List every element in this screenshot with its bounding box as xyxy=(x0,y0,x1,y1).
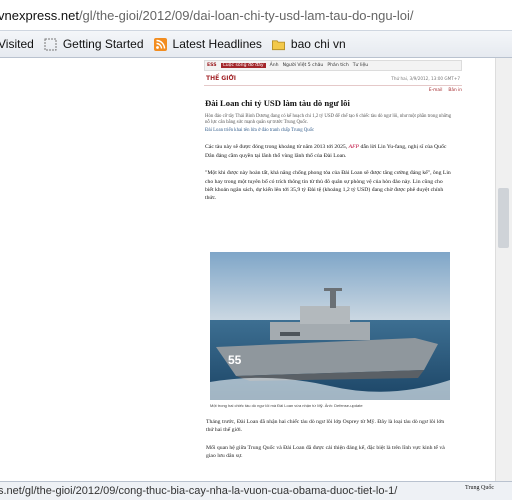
vertical-scrollbar[interactable] xyxy=(495,58,512,481)
related-link[interactable]: Đài Loan triển khai tên lửa ở đảo tranh … xyxy=(205,128,452,133)
paragraph-2: "Một khi được này hoàn tất, khả năng chố… xyxy=(205,170,451,202)
photo-caption: Một trong hai chiếc tàu dò ngư lôi mà Đà… xyxy=(210,403,363,408)
article-date: Thứ hai, 3/9/2012, 13:00 GMT+7 xyxy=(391,75,460,81)
hull-number: 55 xyxy=(228,353,242,367)
paragraph-1: Các tàu này sẽ được đóng trong khoảng từ… xyxy=(205,144,447,159)
section-bar: THẾ GIỚI Thứ hai, 3/9/2012, 13:00 GMT+7 xyxy=(204,71,462,86)
bookmark-getting-started[interactable]: Getting Started xyxy=(44,37,144,51)
article-tools: E-mail Bản in xyxy=(204,86,462,95)
article-photo[interactable]: 55 xyxy=(210,252,450,400)
url-text[interactable]: vnexpress.net/gl/the-gioi/2012/09/dai-lo… xyxy=(0,8,414,23)
page-icon xyxy=(44,38,57,50)
bookmark-visited[interactable]: Visited xyxy=(0,37,34,51)
article-title: Đài Loan chi tỷ USD làm tàu dò ngư lôi xyxy=(205,98,350,108)
paragraph-4: Mối quan hệ giữa Trung Quốc và Đài Loan … xyxy=(206,444,445,460)
site-header: ESS Cuộc sống đó đây Ảnh Người Việt 5 ch… xyxy=(204,60,462,95)
email-link[interactable]: E-mail xyxy=(429,88,442,93)
nav-item-3[interactable]: Người Việt 5 châu xyxy=(283,63,324,68)
folder-icon xyxy=(271,39,285,50)
bookmark-bao-chi-vn[interactable]: bao chi vn xyxy=(271,37,346,51)
bookmarks-toolbar: Visited Getting Started Latest Headlines… xyxy=(0,31,512,58)
article-body: Đài Loan chi tỷ USD làm tàu dò ngư lôi H… xyxy=(204,98,452,212)
rss-icon xyxy=(153,37,167,51)
paragraph-3: Tháng trước, Đài Loan đã nhận hai chiếc … xyxy=(206,419,445,434)
article-lead: Hòn đảo cỡ tây Thái Bình Dương đang có k… xyxy=(205,114,452,126)
section-title[interactable]: THẾ GIỚI xyxy=(206,75,236,82)
article-continued: Tháng trước, Đài Loan đã nhận hai chiếc … xyxy=(205,418,451,470)
site-logo[interactable]: ESS xyxy=(207,63,217,68)
status-bar: s.net/gl/the-gioi/2012/09/cong-thuc-bia-… xyxy=(0,481,512,500)
status-page-snippet: Trung Quốc xyxy=(465,485,494,491)
top-navigation: ESS Cuộc sống đó đây Ảnh Người Việt 5 ch… xyxy=(204,60,462,71)
scrollbar-thumb[interactable] xyxy=(498,188,509,248)
nav-item-2[interactable]: Ảnh xyxy=(270,63,279,68)
nav-item-5[interactable]: Tư liệu xyxy=(353,63,368,68)
bookmark-latest-headlines[interactable]: Latest Headlines xyxy=(153,37,262,51)
address-bar[interactable]: vnexpress.net/gl/the-gioi/2012/09/dai-lo… xyxy=(0,0,512,31)
print-link[interactable]: Bản in xyxy=(448,88,462,93)
nav-item-1[interactable]: Cuộc sống đó đây xyxy=(220,63,266,68)
nav-item-4[interactable]: Phân tích xyxy=(327,63,348,68)
status-url: s.net/gl/the-gioi/2012/09/cong-thuc-bia-… xyxy=(0,485,398,497)
